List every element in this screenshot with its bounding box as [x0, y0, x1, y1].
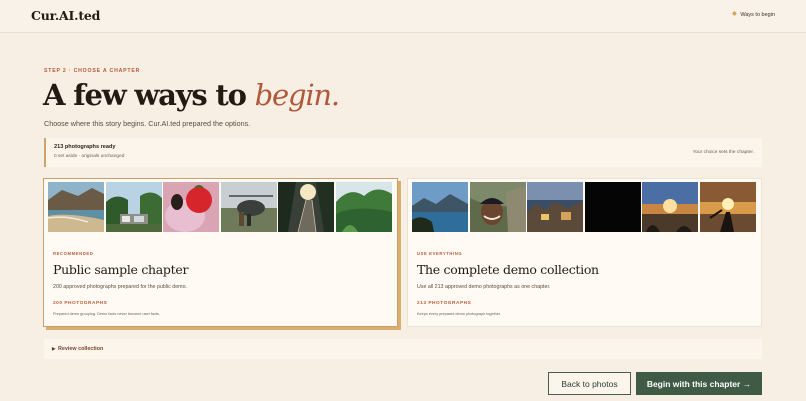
- card-tag: RECOMMENDED: [53, 251, 94, 256]
- back-to-photos-button[interactable]: Back to photos: [548, 372, 631, 395]
- status-panel: 213 photographs ready 0 set aside · orig…: [44, 138, 762, 167]
- photo-thumbnail: [48, 182, 104, 232]
- photo-thumbnail: [220, 182, 277, 232]
- photo-thumbnail: [469, 182, 526, 232]
- review-collection-toggle[interactable]: ▶ Review collection: [44, 339, 762, 359]
- card-note: Prepared demo grouping. Demo facts never…: [53, 312, 161, 316]
- app-logo[interactable]: Cur.AI.ted: [31, 8, 100, 23]
- photo-thumbnail: [642, 182, 698, 232]
- photo-thumbnail: [412, 182, 468, 232]
- photo-thumbnail: [584, 182, 641, 232]
- chapter-card-public-sample[interactable]: RECOMMENDED Public sample chapter 200 ap…: [43, 178, 398, 327]
- step-label: STEP 2 · CHOOSE A CHAPTER: [44, 68, 141, 74]
- status-title: 213 photographs ready: [54, 144, 116, 150]
- card-description: Use all 213 approved demo photographs as…: [417, 284, 551, 290]
- photo-thumbnail: [278, 182, 334, 232]
- photo-thumbnail: [163, 182, 219, 232]
- top-bar: Cur.AI.ted ✸ Ways to begin: [0, 0, 806, 33]
- chapter-card-complete-collection[interactable]: USE EVERYTHING The complete demo collect…: [407, 178, 762, 327]
- photo-thumbnail: [699, 182, 756, 232]
- photo-count: 213 PHOTOGRAPHS: [417, 301, 472, 306]
- photo-strip: [412, 182, 756, 232]
- headline-main: A few ways to: [43, 78, 255, 112]
- begin-chapter-button[interactable]: Begin with this chapter →: [636, 372, 762, 395]
- photo-strip: [48, 182, 392, 232]
- ways-to-begin-label: Ways to begin: [740, 11, 775, 18]
- photo-thumbnail: [335, 182, 392, 232]
- photo-thumbnail: [527, 182, 583, 232]
- card-tag: USE EVERYTHING: [417, 251, 463, 256]
- star-icon: ✸: [731, 11, 738, 18]
- card-description: 200 approved photographs prepared for th…: [53, 284, 187, 290]
- photo-count: 200 PHOTOGRAPHS: [53, 301, 108, 306]
- review-collection-label: Review collection: [58, 346, 104, 352]
- headline-accent: begin.: [254, 78, 340, 112]
- card-title: The complete demo collection: [417, 262, 599, 277]
- status-note: Your choice sets the chapter.: [692, 150, 754, 155]
- status-subtitle: 0 set aside · originals unchanged: [54, 154, 125, 159]
- card-note: Keeps every prepared demo photograph tog…: [417, 312, 502, 316]
- page-title: A few ways to begin.: [43, 78, 340, 112]
- caret-right-icon: ▶: [52, 346, 56, 351]
- photo-thumbnail: [105, 182, 162, 232]
- ways-to-begin-link[interactable]: ✸ Ways to begin: [731, 11, 775, 18]
- card-title: Public sample chapter: [53, 262, 189, 277]
- page-subtitle: Choose where this story begins. Cur.AI.t…: [44, 119, 251, 128]
